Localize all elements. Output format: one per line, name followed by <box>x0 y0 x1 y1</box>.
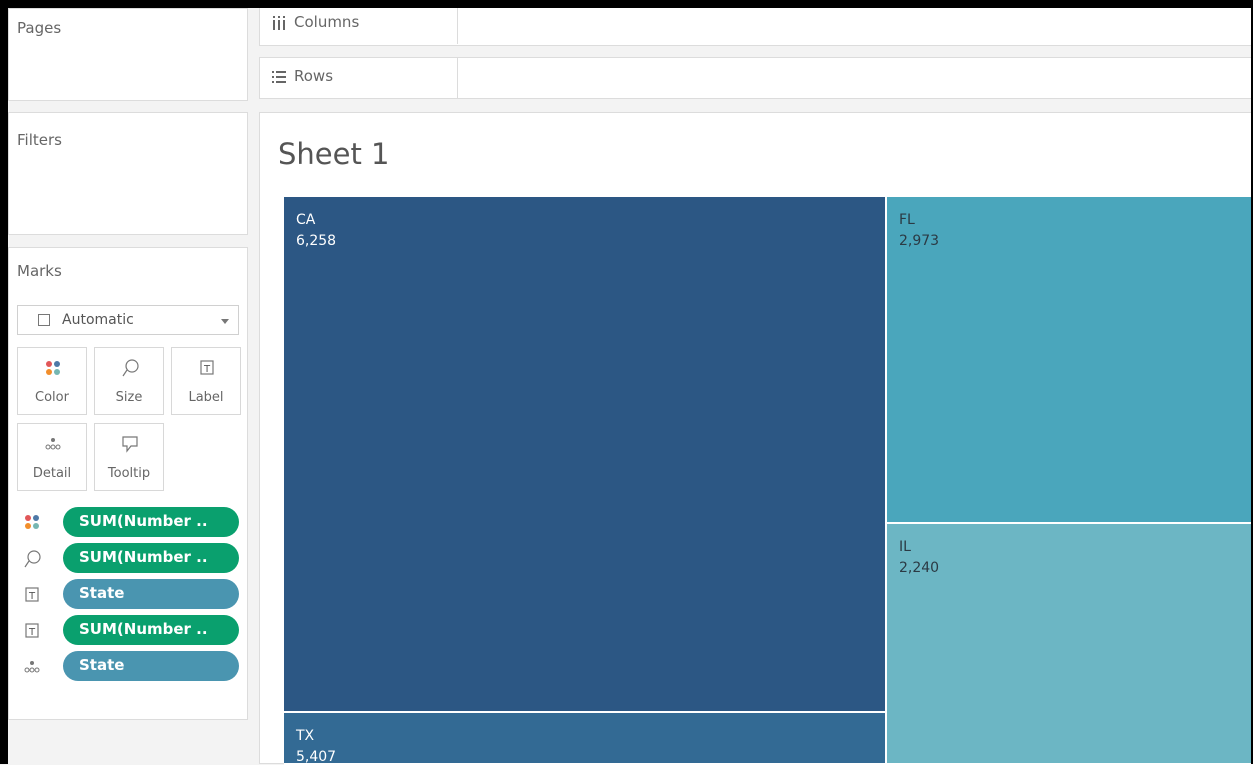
tooltip-button[interactable]: Tooltip <box>94 423 164 491</box>
label-sum-pill[interactable]: SUM(Number .. <box>63 615 239 645</box>
color-button-label: Color <box>35 390 69 405</box>
rows-shelf[interactable]: Rows <box>259 57 1253 99</box>
treemap-tile-fl[interactable]: FL 2,973 <box>887 197 1253 524</box>
field-row-label-sum: T SUM(Number .. <box>23 615 239 645</box>
color-dots-icon <box>25 515 39 529</box>
treemap-tile-ca[interactable]: CA 6,258 <box>284 197 887 713</box>
tile-value-label: 2,973 <box>899 233 940 249</box>
sheet-title: Sheet 1 <box>278 137 390 171</box>
color-dots-icon <box>46 361 60 375</box>
treemap-tile-il[interactable]: IL 2,240 <box>887 524 1253 765</box>
tile-value-label: 5,407 <box>296 749 337 765</box>
color-button[interactable]: Color <box>17 347 87 415</box>
field-row-label-state: T State <box>23 579 239 609</box>
worksheet-view: Sheet 1 CA 6,258 FL 2,973 IL 2,240 TX 5,… <box>259 112 1253 765</box>
size-lasso-icon <box>24 550 41 568</box>
pages-title: Pages <box>17 19 62 37</box>
label-button-label: Label <box>188 390 224 405</box>
tile-state-label: TX <box>296 728 315 744</box>
size-button-label: Size <box>115 390 143 405</box>
tile-value-label: 6,258 <box>296 233 337 249</box>
filters-card[interactable]: Filters <box>8 112 248 235</box>
columns-icon <box>273 16 285 30</box>
field-row-detail: State <box>23 651 239 681</box>
tile-state-label: IL <box>899 539 911 555</box>
columns-shelf-label: Columns <box>260 4 458 44</box>
tooltip-button-label: Tooltip <box>107 466 151 481</box>
label-button[interactable]: T Label <box>171 347 241 415</box>
size-lasso-icon <box>122 359 139 377</box>
tile-state-label: CA <box>296 212 316 228</box>
field-row-color: SUM(Number .. <box>23 507 239 537</box>
svg-text:T: T <box>203 364 211 375</box>
mark-type-dropdown[interactable]: Automatic <box>17 305 239 335</box>
chevron-down-icon <box>221 319 229 324</box>
svg-text:T: T <box>28 591 36 602</box>
filters-title: Filters <box>17 131 62 149</box>
mark-type-label: Automatic <box>62 312 134 328</box>
rows-label: Rows <box>294 67 334 85</box>
marks-title: Marks <box>17 262 62 280</box>
label-t-icon: T <box>200 360 214 375</box>
marks-card: Marks Automatic Color Size T Label Detai… <box>8 247 248 720</box>
label-state-pill[interactable]: State <box>63 579 239 609</box>
treemap-tile-tx[interactable]: TX 5,407 <box>284 713 887 765</box>
detail-dots-icon <box>45 438 61 450</box>
mark-type-square-icon <box>38 314 50 326</box>
detail-button-label: Detail <box>32 466 72 481</box>
rows-shelf-label: Rows <box>260 58 458 98</box>
detail-dots-icon <box>24 661 40 673</box>
label-t-icon: T <box>25 587 39 602</box>
size-field-pill[interactable]: SUM(Number .. <box>63 543 239 573</box>
tile-value-label: 2,240 <box>899 560 940 576</box>
label-t-icon: T <box>25 623 39 638</box>
detail-button[interactable]: Detail <box>17 423 87 491</box>
columns-label: Columns <box>294 13 360 31</box>
field-row-size: SUM(Number .. <box>23 543 239 573</box>
tile-state-label: FL <box>899 212 915 228</box>
size-button[interactable]: Size <box>94 347 164 415</box>
color-field-pill[interactable]: SUM(Number .. <box>63 507 239 537</box>
svg-text:T: T <box>28 627 36 638</box>
columns-shelf[interactable]: Columns <box>259 3 1253 46</box>
detail-state-pill[interactable]: State <box>63 651 239 681</box>
tooltip-speech-icon <box>122 436 138 453</box>
rows-icon <box>272 71 286 83</box>
pages-card[interactable]: Pages <box>8 8 248 101</box>
